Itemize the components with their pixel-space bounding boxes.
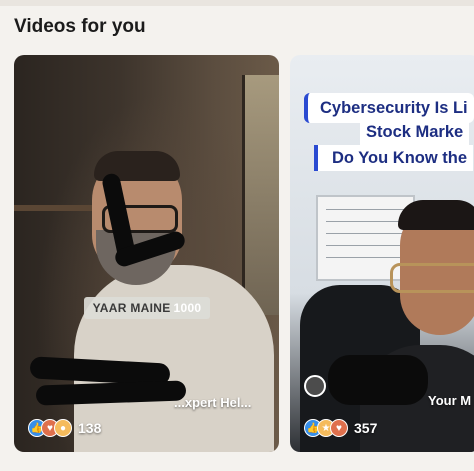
video-title: ...xpert Hel... [174, 395, 252, 410]
caption-text: YAAR MAINE [92, 301, 171, 315]
insightful-icon: ● [54, 419, 72, 437]
reaction-count: 138 [78, 420, 102, 436]
reaction-count: 357 [354, 420, 378, 436]
background-window [242, 75, 279, 315]
video-card-1[interactable]: YAAR MAINE 1000 ...xpert Hel... 👍 ♥ ● 13… [14, 55, 279, 452]
headline-line-2: Stock Marke [360, 119, 470, 145]
background-shelf [14, 205, 104, 211]
redaction-scribble [328, 355, 428, 405]
video-card-2[interactable]: Cybersecurity Is Li Stock Marke Do You K… [290, 55, 474, 452]
caption-highlight: 1000 [173, 301, 202, 315]
author-avatar[interactable] [304, 375, 326, 397]
person-hair [398, 200, 474, 230]
headline-line-3: Do You Know the [314, 145, 474, 171]
reactions-summary[interactable]: 👍 ♥ ● 138 [28, 419, 101, 437]
heart-icon: ♥ [330, 419, 348, 437]
reactions-summary[interactable]: 👍 ★ ♥ 357 [304, 419, 377, 437]
person-body [74, 265, 274, 452]
glasses [390, 263, 474, 293]
section-title: Videos for you [14, 16, 146, 37]
video-title: Your M [428, 393, 472, 408]
video-caption: YAAR MAINE 1000 [84, 297, 210, 319]
top-divider [0, 0, 474, 6]
